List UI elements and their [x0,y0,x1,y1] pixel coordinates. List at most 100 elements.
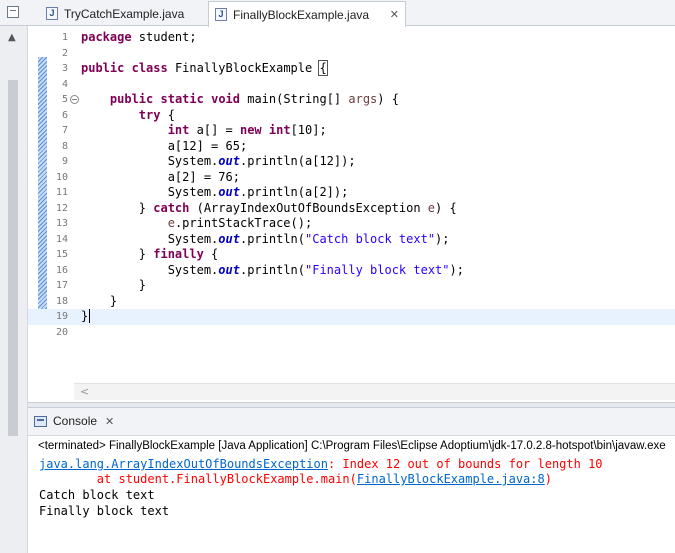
code-line[interactable]: 15 } finally { [28,247,675,263]
code-token: } [81,200,154,215]
code-text: } finally { [81,247,218,263]
code-token: System. [81,154,219,168]
line-number: 4 [61,78,68,90]
code-token: } [81,309,89,323]
code-token: a[] = [189,123,240,137]
exception-link[interactable]: java.lang.ArrayIndexOutOfBoundsException [39,457,328,471]
close-icon[interactable]: ✕ [105,415,114,428]
code-line[interactable]: 20 [28,325,675,341]
tab-console[interactable]: Console ✕ [34,414,114,428]
code-line[interactable]: 2 [28,46,675,62]
left-trim-bar: ▲ [0,26,28,553]
code-token: a[12] = 65; [81,138,248,153]
code-token: e [167,216,175,230]
code-line[interactable]: 18 } [28,294,675,310]
code-line[interactable]: 12 } catch (ArrayIndexOutOfBoundsExcepti… [28,201,675,217]
code-token: catch [153,200,190,215]
tab-finallyblockexample[interactable]: J FinallyBlockExample.java ✕ [208,1,406,27]
code-token: void [211,92,240,106]
code-line[interactable]: 8 a[12] = 65; [28,139,675,155]
exception-message: : Index 12 out of bounds for length 10 [327,457,603,471]
fold-collapse-icon[interactable] [70,95,79,104]
minimize-icon[interactable] [7,6,19,18]
line-number: 16 [55,264,68,276]
line-number: 19 [55,311,68,322]
code-editor[interactable]: 1 package student; 2 3 public class FinallyB… [28,27,675,402]
code-line[interactable]: 19} [28,309,675,325]
tab-trycatchexample[interactable]: J TryCatchExample.java [40,1,202,26]
code-line[interactable]: 6 try { [28,108,675,124]
code-line[interactable]: 5 public static void main(String[] args)… [28,92,675,108]
line-number: 11 [55,187,68,198]
code-token: .println( [239,231,305,246]
code-text: System.out.println("Finally block text")… [81,263,464,279]
line-number: 18 [55,295,68,307]
code-line[interactable]: 16 System.out.println("Finally block tex… [28,263,675,279]
code-token: .println(a[2]); [239,185,349,199]
code-line[interactable]: 1 package student; [28,30,675,46]
code-token: } [81,278,147,292]
code-line[interactable]: 13 e.printStackTrace(); [28,216,675,232]
code-token: package [81,30,132,44]
code-token: (ArrayIndexOutOfBoundsException [189,200,428,215]
code-text: System.out.println(a[2]); [81,185,349,201]
line-number: 14 [55,233,68,245]
code-token: public [109,92,154,106]
code-token: { [203,247,219,261]
stack-trace-link[interactable]: FinallyBlockExample.java:8 [357,472,545,486]
output-line-catch: Catch block text [39,488,155,502]
stack-suffix: ) [544,472,552,486]
code-token: args [348,92,378,106]
code-line[interactable]: 4 [28,77,675,93]
java-file-icon: J [46,7,58,20]
code-token: [10]; [290,123,327,137]
code-line[interactable]: 3 public class FinallyBlockExample { [28,60,675,77]
code-token: out [218,185,240,199]
code-line[interactable]: 10 a[2] = 76; [28,170,675,186]
java-file-icon: J [215,8,227,21]
code-token: class [131,61,168,75]
code-token: System. [81,185,219,199]
code-token: new [239,123,262,137]
terminated-status: <terminated> FinallyBlockExample [Java A… [38,440,666,452]
editor-tab-bar: J TryCatchExample.java J FinallyBlockExa… [0,0,675,27]
horizontal-scrollbar[interactable]: < [74,383,675,400]
code-text: a[12] = 65; [81,139,247,155]
line-number: 20 [55,326,68,338]
code-text: System.out.println(a[12]); [81,154,356,170]
close-icon[interactable]: ✕ [390,8,399,21]
code-line[interactable]: 9 System.out.println(a[12]); [28,154,675,170]
code-token: try [138,107,161,122]
line-number: 15 [55,249,68,260]
code-token: .println( [239,262,305,277]
code-token: int [268,123,291,137]
code-text: } [81,309,91,325]
code-token: e [427,200,436,215]
code-line[interactable]: 14 System.out.println("Catch block text"… [28,232,675,248]
code-text: } catch (ArrayIndexOutOfBoundsException … [81,201,457,217]
tab-label: FinallyBlockExample.java [233,7,370,22]
line-number: 7 [61,125,68,136]
code-token: finally [153,247,204,261]
text-caret [89,309,91,323]
line-number: 13 [55,218,68,229]
line-number: 12 [55,202,68,214]
code-token: ); [449,262,464,277]
code-line[interactable]: 7 int a[] = new int[10]; [28,123,675,139]
line-number: 17 [55,280,68,291]
vertical-scrollbar[interactable] [8,80,18,436]
code-line[interactable]: 11 System.out.println(a[2]); [28,185,675,201]
code-token: ) { [377,92,399,106]
chevron-left-icon[interactable]: < [80,385,89,398]
chevron-up-icon[interactable]: ▲ [8,32,16,43]
code-token: student; [131,30,197,44]
code-token: ); [435,231,450,246]
code-line[interactable]: 17 } [28,278,675,294]
tab-label: TryCatchExample.java [64,6,185,21]
